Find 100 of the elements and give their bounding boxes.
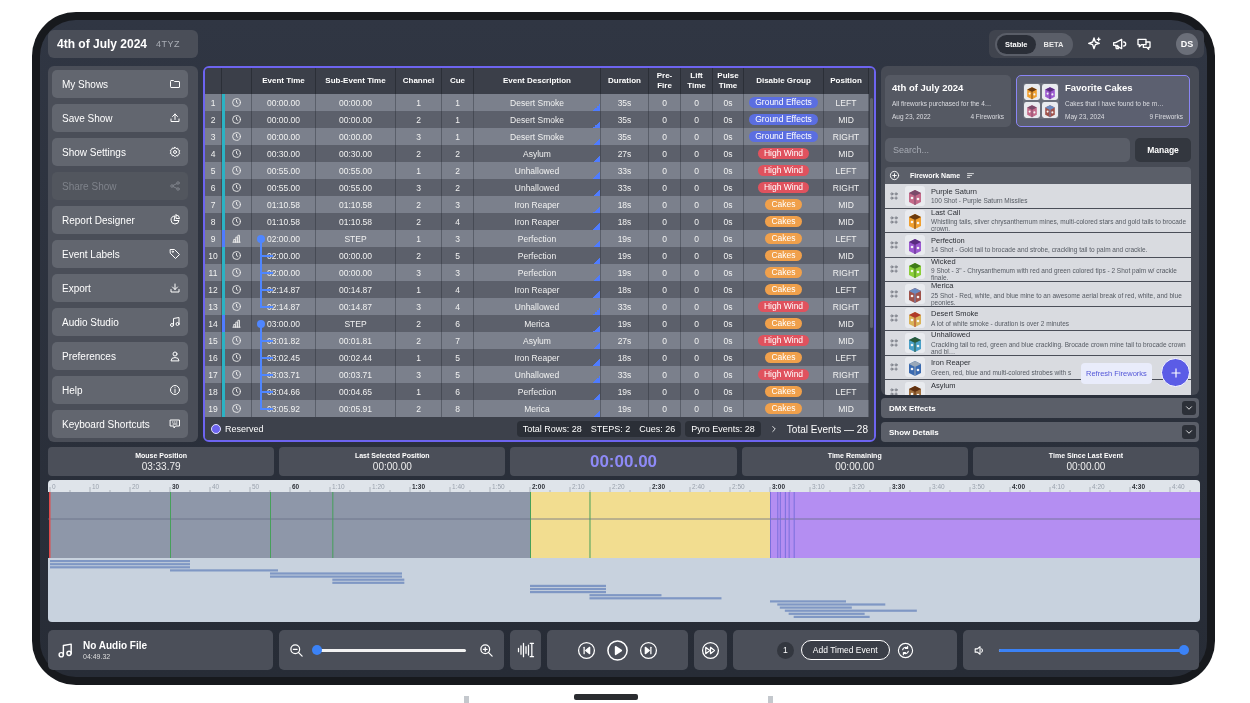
table-row[interactable]: 7 01:10.58 01:10.58 2 3 Iron Reaper 18s 0 0 0s Cakes MID bbox=[205, 196, 869, 213]
fast-forward-button[interactable] bbox=[693, 630, 728, 670]
event-marker[interactable] bbox=[332, 492, 334, 558]
waveform-button[interactable] bbox=[509, 630, 542, 670]
event-bar[interactable] bbox=[270, 575, 402, 578]
refresh-button[interactable] bbox=[896, 641, 914, 659]
cell-text: 0s bbox=[723, 284, 733, 295]
event-bar[interactable] bbox=[50, 563, 190, 566]
table-row[interactable]: 11 02:00.00 00:00.00 3 3 Perfection 19s 0 0 0s Cakes RIGHT bbox=[205, 264, 869, 281]
sidebar-button[interactable]: Event Labels bbox=[52, 240, 188, 268]
event-bar[interactable] bbox=[793, 615, 870, 618]
user-avatar[interactable]: DS bbox=[1176, 33, 1198, 55]
table-row[interactable]: 14 03:00.00 STEP 2 6 Merica 19s 0 0 0s Cakes MID bbox=[205, 315, 869, 332]
cell-text: 19s bbox=[617, 250, 632, 261]
table-row[interactable]: 3 00:00.00 00:00.00 3 1 Desert Smoke 35s 0 0 0s Ground Effects RIGHT bbox=[205, 128, 869, 145]
event-bar[interactable] bbox=[530, 591, 606, 594]
cell-text: 33s bbox=[617, 369, 632, 380]
event-bar[interactable] bbox=[170, 569, 278, 572]
table-row[interactable]: 16 03:02.45 00:02.44 1 5 Iron Reaper 18s 0 0 0s Cakes LEFT bbox=[205, 349, 869, 366]
cell-text: 0 bbox=[694, 182, 699, 193]
manage-button[interactable]: Manage bbox=[1135, 138, 1191, 162]
previous-button[interactable] bbox=[577, 640, 597, 660]
search-field[interactable]: Search... bbox=[885, 138, 1130, 162]
cell-text: 0 bbox=[694, 284, 699, 295]
cell-text: 4 bbox=[455, 216, 460, 227]
cell-text: 2 bbox=[416, 250, 421, 261]
table-row[interactable]: 13 02:14.87 00:14.87 3 4 Unhallowed 33s 0 0 0s High Wind RIGHT bbox=[205, 298, 869, 315]
sidebar-button[interactable]: My Shows bbox=[52, 70, 188, 98]
drag-handle-icon bbox=[889, 337, 899, 348]
event-bar[interactable] bbox=[784, 609, 917, 612]
cell-text: 0s bbox=[723, 403, 733, 414]
sidebar-button[interactable]: Preferences bbox=[52, 342, 188, 370]
event-bar[interactable] bbox=[589, 594, 662, 597]
event-bar[interactable] bbox=[50, 560, 190, 563]
sidebar-button[interactable]: Audio Studio bbox=[52, 308, 188, 336]
cell-text: 00:00.00 bbox=[266, 131, 301, 142]
sidebar-button[interactable]: Save Show bbox=[52, 104, 188, 132]
event-bar[interactable] bbox=[777, 603, 886, 606]
event-marker[interactable] bbox=[770, 492, 771, 558]
cell-text: 3 bbox=[455, 199, 460, 210]
event-marker[interactable] bbox=[788, 492, 790, 558]
slider-thumb[interactable] bbox=[1179, 645, 1189, 655]
event-marker[interactable] bbox=[589, 492, 591, 558]
event-bar[interactable] bbox=[530, 587, 606, 591]
collapsible-header[interactable]: DMX Effects bbox=[881, 398, 1199, 418]
next-button[interactable] bbox=[639, 640, 659, 660]
table-row[interactable]: 18 03:04.66 00:04.65 1 6 Perfection 19s 0 0 0s Cakes LEFT bbox=[205, 383, 869, 400]
group-tag: High Wind bbox=[757, 182, 810, 193]
event-marker[interactable] bbox=[270, 492, 271, 558]
event-bar[interactable] bbox=[788, 612, 865, 615]
cell-text: 02:00.00 bbox=[266, 267, 301, 278]
table-row[interactable]: 10 02:00.00 00:00.00 2 5 Perfection 19s 0 0 0s Cakes MID bbox=[205, 247, 869, 264]
zoom-in-icon bbox=[478, 642, 494, 658]
cell-text: 0 bbox=[694, 352, 699, 363]
cell-text: LEFT bbox=[835, 352, 857, 363]
event-bar[interactable] bbox=[530, 584, 606, 587]
table-row[interactable]: 9 02:00.00 STEP 1 3 Perfection 19s 0 0 0s Cakes LEFT bbox=[205, 230, 869, 247]
cell-text: 27s bbox=[617, 335, 632, 346]
sidebar-button[interactable]: Export bbox=[52, 274, 188, 302]
event-bar[interactable] bbox=[589, 597, 722, 600]
table-row[interactable]: 4 00:30.00 00:30.00 2 2 Asylum 27s 0 0 0s High Wind MID bbox=[205, 145, 869, 162]
cell-text: Asylum bbox=[523, 148, 551, 159]
event-bar[interactable] bbox=[779, 606, 852, 609]
slider-thumb[interactable] bbox=[311, 645, 322, 655]
sidebar-button[interactable]: Report Designer bbox=[52, 206, 188, 234]
event-marker[interactable] bbox=[793, 492, 795, 558]
play-button[interactable] bbox=[606, 638, 630, 662]
event-marker[interactable] bbox=[170, 492, 171, 558]
cell-text: 2 bbox=[416, 148, 421, 159]
cell-text: 02:14.87 bbox=[266, 284, 301, 295]
event-bar[interactable] bbox=[270, 572, 402, 575]
collapsible-header[interactable]: Show Details bbox=[881, 422, 1199, 442]
sidebar-button[interactable]: Help bbox=[52, 376, 188, 404]
event-bar[interactable] bbox=[332, 581, 405, 584]
table-row[interactable]: 1 00:00.00 00:00.00 1 1 Desert Smoke 35s 0 0 0s Ground Effects LEFT bbox=[205, 94, 869, 111]
plus-icon bbox=[1168, 365, 1183, 380]
cell-text: STEP bbox=[344, 318, 367, 329]
cell-text: 0 bbox=[694, 403, 699, 414]
table-row[interactable]: 8 01:10.58 01:10.58 2 4 Iron Reaper 18s 0 0 0s Cakes MID bbox=[205, 213, 869, 230]
next-icon bbox=[639, 640, 659, 660]
sidebar-button[interactable]: Show Settings bbox=[52, 138, 188, 166]
table-row[interactable]: 15 03:01.82 00:01.81 2 7 Asylum 27s 0 0 0s High Wind MID bbox=[205, 332, 869, 349]
table-row[interactable]: 19 03:05.92 00:05.91 2 8 Merica 19s 0 0 0s Cakes MID bbox=[205, 400, 869, 417]
add-timed-event-button[interactable]: Add Timed Event bbox=[800, 640, 890, 660]
event-bar[interactable] bbox=[50, 566, 190, 569]
table-row[interactable]: 12 02:14.87 00:14.87 1 4 Iron Reaper 18s 0 0 0s Cakes LEFT bbox=[205, 281, 869, 298]
table-row[interactable]: 2 00:00.00 00:00.00 2 1 Desert Smoke 35s 0 0 0s Ground Effects MID bbox=[205, 111, 869, 128]
table-row[interactable]: 17 03:03.71 00:03.71 3 5 Unhallowed 33s 0 0 0s High Wind RIGHT bbox=[205, 366, 869, 383]
event-marker[interactable] bbox=[784, 492, 786, 558]
sidebar-button[interactable]: Keyboard Shortcuts bbox=[52, 410, 188, 438]
scrollbar[interactable] bbox=[870, 98, 873, 328]
event-marker[interactable] bbox=[530, 492, 531, 558]
event-bar[interactable] bbox=[770, 600, 846, 603]
cell-text: 18s bbox=[617, 352, 632, 363]
group-tag: High Wind bbox=[757, 335, 810, 346]
table-row[interactable]: 6 00:55.00 00:55.00 3 2 Unhallowed 33s 0 0 0s High Wind RIGHT bbox=[205, 179, 869, 196]
table-row[interactable]: 5 00:55.00 00:55.00 1 2 Unhallowed 33s 0 0 0s High Wind LEFT bbox=[205, 162, 869, 179]
cell-text: 3 bbox=[455, 233, 460, 244]
cell-text: 7 bbox=[455, 335, 460, 346]
event-bar[interactable] bbox=[332, 578, 405, 581]
